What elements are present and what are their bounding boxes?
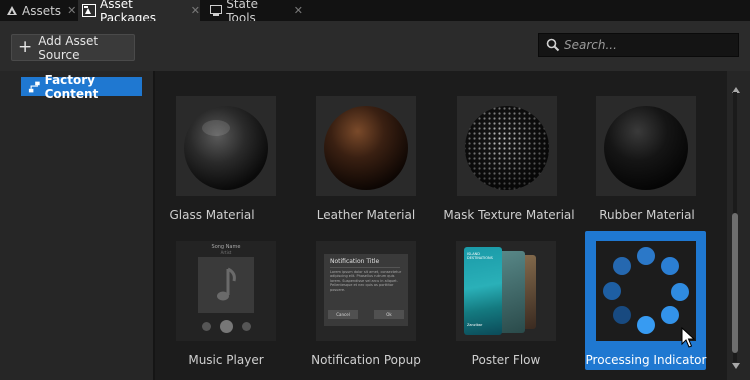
asset-thumbnail-music-player[interactable]: Song Name Artist: [176, 241, 276, 341]
tab-bar: Assets ✕ Asset Packages ✕ State Tools ✕: [0, 0, 750, 25]
tab-asset-packages[interactable]: Asset Packages ✕: [78, 0, 200, 25]
tree-item-label: Factory Content: [44, 72, 99, 101]
glass-sphere-icon: [176, 96, 276, 196]
notification-preview: Notification Title Lorem ipsum dolor sit…: [316, 241, 416, 341]
next-icon: [241, 321, 251, 331]
close-icon[interactable]: ✕: [191, 4, 200, 17]
scroll-thumb[interactable]: [732, 213, 738, 353]
search-icon: [546, 38, 560, 52]
asset-label[interactable]: Mask Texture Material: [434, 208, 584, 222]
music-note-icon: [217, 267, 236, 301]
asset-thumbnail-poster-flow[interactable]: ISLAND DESTINATIONS Zanzibar: [456, 241, 556, 341]
add-asset-source-label: Add Asset Source: [38, 33, 99, 62]
player-controls: [176, 319, 276, 333]
dotted-sphere-icon: [457, 96, 557, 196]
processing-spinner-icon: [596, 241, 696, 341]
asset-label[interactable]: Poster Flow: [431, 353, 581, 367]
asset-label[interactable]: Glass Material: [137, 208, 287, 222]
asset-label[interactable]: Processing Indicator: [571, 353, 721, 367]
toolbar: + Add Asset Source: [0, 21, 750, 71]
mouse-cursor-icon: [681, 327, 695, 348]
poster-flow-preview: ISLAND DESTINATIONS Zanzibar: [456, 241, 556, 341]
asset-thumbnail-mask-texture-material[interactable]: [457, 96, 557, 196]
play-icon: [219, 319, 233, 333]
asset-label[interactable]: Rubber Material: [572, 208, 722, 222]
notification-card: Notification Title Lorem ipsum dolor sit…: [324, 254, 408, 326]
asset-source-tree: Factory Content: [0, 71, 153, 380]
asset-thumbnail-rubber-material[interactable]: [596, 96, 696, 196]
notification-body: Lorem ipsum dolor sit amet, consectetur …: [330, 270, 402, 292]
scroll-down-icon[interactable]: [732, 363, 740, 369]
asset-label[interactable]: Leather Material: [291, 208, 441, 222]
close-icon[interactable]: ✕: [294, 4, 303, 17]
poster-card-front: ISLAND DESTINATIONS Zanzibar: [464, 247, 502, 335]
notification-divider: [330, 267, 400, 268]
asset-packages-icon: [82, 4, 96, 18]
add-asset-source-button[interactable]: + Add Asset Source: [11, 33, 135, 62]
asset-thumbnail-notification-popup[interactable]: Notification Title Lorem ipsum dolor sit…: [316, 241, 416, 341]
network-icon: [28, 81, 40, 92]
state-tools-icon: [209, 4, 222, 18]
notification-ok: Ok: [374, 310, 404, 319]
song-artist: Artist: [220, 250, 232, 255]
asset-thumbnail-glass-material[interactable]: [176, 96, 276, 196]
album-art: [198, 257, 254, 313]
close-icon[interactable]: ✕: [67, 4, 76, 17]
music-player-preview: Song Name Artist: [176, 241, 276, 341]
tree-item-factory-content[interactable]: Factory Content: [21, 73, 142, 101]
search-box[interactable]: [538, 33, 739, 57]
plus-icon: +: [18, 37, 33, 57]
notification-title: Notification Title: [330, 258, 380, 265]
assets-icon: [6, 4, 18, 18]
poster-title: ISLAND DESTINATIONS: [467, 252, 493, 260]
asset-label[interactable]: Notification Popup: [291, 353, 441, 367]
asset-thumbnail-processing-indicator[interactable]: [596, 241, 696, 341]
notification-cancel: Cancel: [328, 310, 358, 319]
previous-icon: [201, 321, 211, 331]
asset-label[interactable]: Music Player: [151, 353, 301, 367]
tab-assets[interactable]: Assets ✕: [0, 0, 76, 21]
search-input[interactable]: [564, 38, 734, 52]
leather-sphere-icon: [316, 96, 416, 196]
rubber-sphere-icon: [596, 96, 696, 196]
vertical-scrollbar[interactable]: [727, 71, 750, 380]
tab-label: Assets: [22, 3, 62, 18]
asset-thumbnail-leather-material[interactable]: [316, 96, 416, 196]
tab-state-tools[interactable]: State Tools ✕: [203, 0, 303, 25]
poster-subtitle: Zanzibar: [467, 323, 483, 327]
